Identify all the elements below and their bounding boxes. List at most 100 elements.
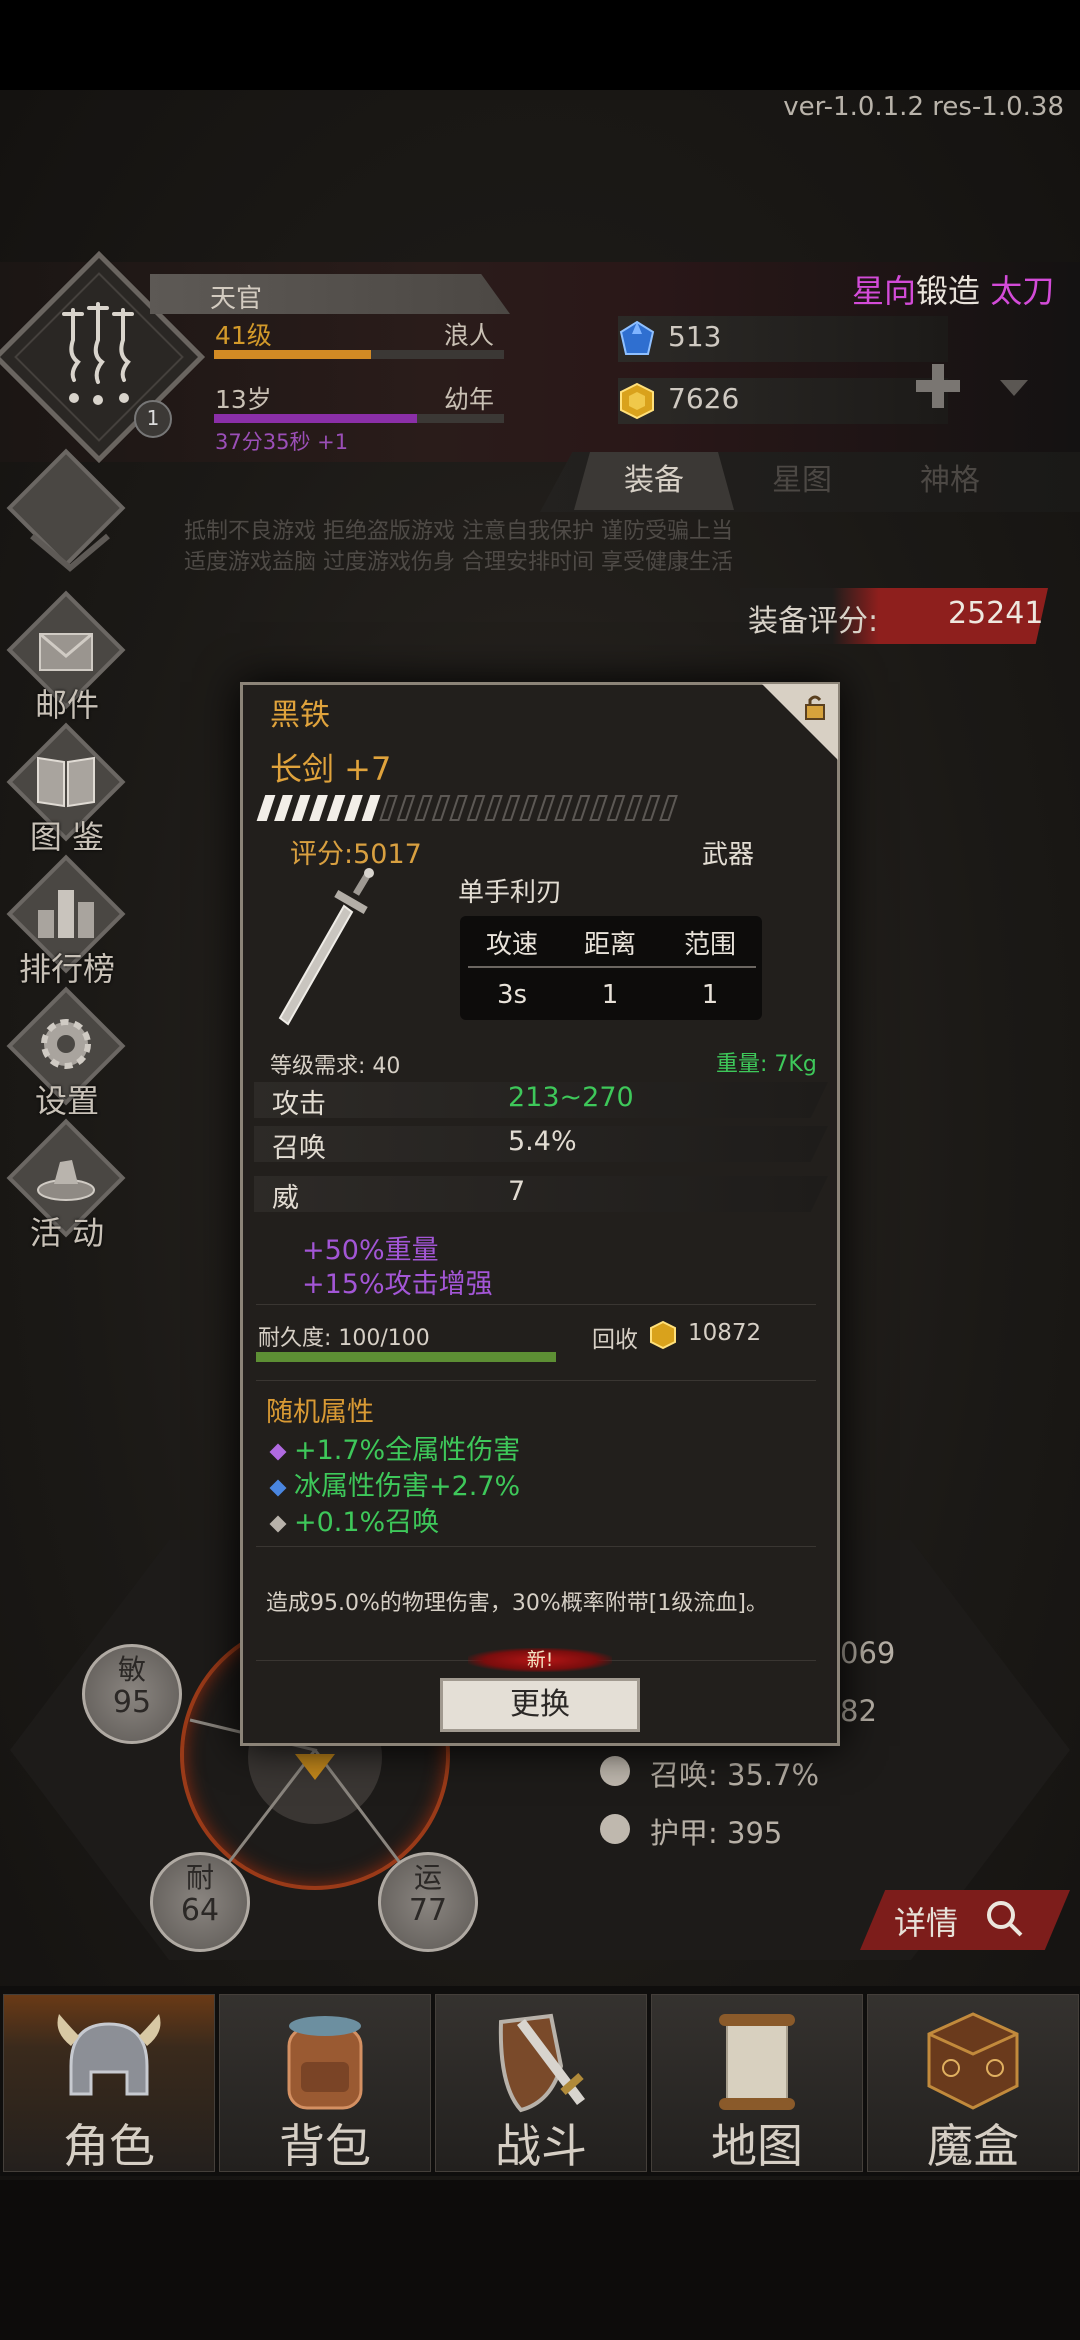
quality-segment [431, 795, 451, 821]
attr-agility[interactable]: 敏 95 [82, 1644, 182, 1744]
marquee-part-3: 太刀 [990, 272, 1055, 310]
quality-segment [554, 795, 573, 821]
tab-equipment[interactable]: 装备 [574, 452, 734, 510]
random-attr-1-text: +1.7%全属性伤害 [294, 1435, 521, 1466]
attr-attack-key: 攻击 [272, 1089, 326, 1120]
player-age: 13岁 [215, 385, 272, 414]
notice-line-1: 抵制不良游戏 拒绝盗版游戏 注意自我保护 谨防受骗上当 [184, 519, 733, 544]
random-attr-2-text: 冰属性伤害+2.7% [294, 1471, 521, 1502]
random-attr-3-text: +0.1%召唤 [294, 1507, 440, 1538]
gold-gem-icon [650, 1320, 676, 1350]
quality-segment [291, 795, 311, 821]
quality-segment [536, 795, 556, 821]
magic-cube-icon [927, 2012, 1019, 2110]
nav-character-label[interactable]: 角色 [3, 2110, 215, 2176]
helmet-icon [57, 2014, 161, 2096]
new-badge: 新! [468, 1648, 612, 1672]
player-stage: 幼年 [444, 385, 495, 414]
gear-icon [41, 1019, 91, 1069]
quality-segment [449, 795, 468, 821]
avatar-level-badge: 1 [134, 400, 172, 438]
random-attr-1: +1.7%全属性伤害 [269, 1428, 521, 1467]
quality-segment [396, 795, 416, 821]
menu-settings-label[interactable]: 设置 [12, 1076, 122, 1122]
menu-rank-label[interactable]: 排行榜 [12, 944, 122, 990]
spec-header-area: 范围 [683, 930, 736, 960]
attr-endurance-value: 64 [180, 1893, 220, 1928]
popup-divider-3 [256, 1546, 816, 1547]
gold-gem-count: 7626 [668, 382, 740, 415]
sword-shield-icon [498, 2013, 585, 2113]
nav-magic-box-label[interactable]: 魔盒 [867, 2110, 1079, 2176]
attr-summon-key: 召唤 [272, 1133, 326, 1164]
lock-icon[interactable] [800, 692, 830, 722]
blue-diamond-icon [269, 1479, 287, 1496]
attr-might-key: 威 [272, 1183, 299, 1214]
spec-value-area: 1 [701, 980, 719, 1010]
quality-segment [659, 795, 678, 821]
quality-segment [501, 795, 521, 821]
quality-segment [606, 795, 626, 821]
attr-luck[interactable]: 运 77 [378, 1852, 478, 1952]
version-label: ver-1.0.1.2 res-1.0.38 [783, 92, 1064, 122]
quality-segment [344, 795, 363, 821]
quality-segment [326, 795, 346, 821]
durability-label: 耐久度: 100/100 [258, 1326, 430, 1351]
bg-stat-armor: 护甲: 395 [650, 1816, 783, 1850]
attr-agility-key: 敏 [117, 1653, 146, 1686]
search-icon[interactable] [984, 1898, 1024, 1938]
nav-battle-label[interactable]: 战斗 [435, 2110, 647, 2176]
marquee-part-2: 锻造 [916, 272, 981, 310]
tab-star-map[interactable]: 星图 [722, 452, 882, 510]
player-level: 41级 [215, 321, 272, 350]
detail-button-label[interactable]: 详情 [894, 1898, 958, 1944]
quality-segment [414, 795, 433, 821]
level-progress-bar [214, 350, 504, 359]
quality-segment [466, 795, 486, 821]
detail-button[interactable] [860, 1890, 1070, 1950]
attr-row-might [254, 1176, 828, 1212]
item-effect-text: 造成95.0%的物理伤害，30%概率附带[1级流血]。 [266, 1591, 768, 1616]
tab-divinity[interactable]: 神格 [870, 452, 1030, 510]
attr-luck-key: 运 [413, 1861, 442, 1894]
marquee-part-1: 星向 [852, 272, 917, 310]
sword-icon [278, 868, 374, 1026]
menu-codex-label[interactable]: 图 鉴 [12, 812, 122, 858]
swap-button[interactable]: 更换 [440, 1678, 640, 1732]
popup-divider-2 [256, 1380, 816, 1381]
attr-agility-value: 95 [112, 1685, 152, 1720]
attr-endurance[interactable]: 耐 64 [150, 1852, 250, 1952]
quality-segment [624, 795, 643, 821]
chevron-down-icon [30, 533, 110, 572]
mail-icon [39, 632, 93, 671]
avatar-crest-icon [62, 302, 134, 405]
random-attr-3: +0.1%召唤 [269, 1500, 440, 1539]
gray-diamond-icon [269, 1515, 287, 1532]
nav-map-label[interactable]: 地图 [651, 2110, 863, 2176]
book-icon [37, 756, 95, 808]
quality-segment [571, 795, 591, 821]
quality-segment [274, 795, 293, 821]
spec-header-speed: 攻速 [485, 930, 538, 960]
events-drum-icon [37, 1160, 95, 1201]
spec-table-divider [468, 966, 756, 968]
equip-score-value: 25241 [948, 596, 1044, 631]
purple-diamond-icon [269, 1443, 287, 1460]
spec-value-speed: 3s [496, 980, 528, 1010]
gold-gem-icon [620, 382, 654, 420]
backpack-icon [287, 2016, 363, 2110]
attr-attack-value: 213~270 [508, 1082, 634, 1113]
nav-backpack-label[interactable]: 背包 [219, 2110, 431, 2176]
plus-icon[interactable] [912, 360, 964, 412]
quality-segment [484, 795, 503, 821]
menu-mail-label[interactable]: 邮件 [12, 680, 122, 726]
blue-gem-icon [619, 320, 655, 355]
notice-line-2: 适度游戏益脑 过度游戏伤身 合理安排时间 享受健康生活 [184, 550, 733, 575]
bg-stat-partial-2: 82 [840, 1694, 877, 1728]
random-attr-title: 随机属性 [266, 1397, 374, 1428]
attr-endurance-key: 耐 [185, 1861, 214, 1894]
age-progress-bar [214, 414, 504, 423]
dropdown-triangle-icon[interactable] [1000, 380, 1028, 396]
menu-events-label[interactable]: 活 动 [12, 1208, 122, 1254]
bonus-attack: +15%攻击增强 [302, 1269, 493, 1300]
